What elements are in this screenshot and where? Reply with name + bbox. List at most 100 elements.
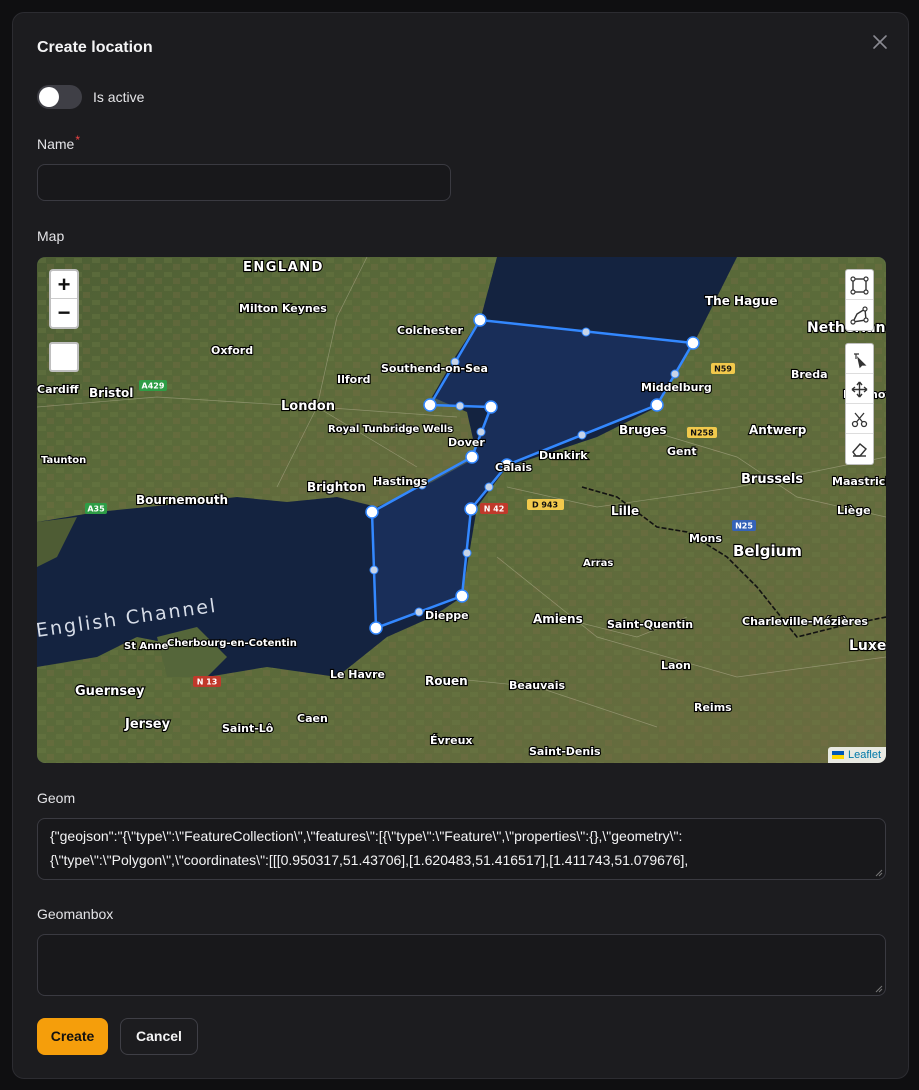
- polygon-midpoint[interactable]: [455, 401, 465, 411]
- map-attribution[interactable]: Leaflet: [827, 747, 886, 763]
- polygon-midpoint[interactable]: [476, 427, 486, 437]
- polygon-vertex[interactable]: [650, 398, 664, 412]
- polygon-vertex[interactable]: [686, 336, 700, 350]
- ukraine-flag-icon: [831, 751, 844, 760]
- edit-tools: [845, 343, 874, 465]
- resize-handle-icon[interactable]: [875, 985, 883, 993]
- place-label: Dover: [448, 436, 485, 449]
- place-label: Cardiff: [37, 383, 79, 396]
- place-label: Milton Keynes: [239, 302, 327, 315]
- close-icon[interactable]: [870, 32, 890, 52]
- place-label: Brighton: [307, 480, 366, 494]
- place-label: Luxembourg: [849, 638, 886, 654]
- place-label: Liège: [837, 504, 871, 517]
- place-label: Ilford: [337, 373, 371, 386]
- polygon-vertex[interactable]: [465, 450, 479, 464]
- polygon-vertex[interactable]: [369, 621, 383, 635]
- place-label: Belgium: [733, 542, 802, 560]
- polygon-midpoint[interactable]: [484, 482, 494, 492]
- polygon-icon: [850, 306, 869, 325]
- polygon-vertex[interactable]: [455, 589, 469, 603]
- place-label: Reims: [694, 701, 732, 714]
- road-shield-label: N59: [714, 365, 732, 374]
- road-shield-label: A429: [142, 382, 165, 391]
- geoman-toolbar: [845, 269, 874, 477]
- place-label: Antwerp: [749, 423, 807, 437]
- place-label: Guernsey: [75, 684, 145, 699]
- create-location-modal: Create location Is active Name* Map A429…: [12, 12, 909, 1079]
- rectangle-icon: [850, 276, 869, 295]
- place-label: Bruges: [619, 423, 666, 437]
- edit-icon: [854, 353, 867, 369]
- move-icon: [851, 381, 868, 398]
- eraser-icon: [852, 443, 867, 457]
- is-active-label: Is active: [93, 89, 145, 105]
- polygon-vertex[interactable]: [464, 502, 478, 516]
- place-label: Caen: [297, 712, 328, 725]
- geomanbox-textarea[interactable]: [37, 934, 886, 996]
- polygon-midpoint[interactable]: [462, 548, 472, 558]
- place-label: Évreux: [430, 734, 473, 747]
- place-label: Calais: [495, 461, 532, 474]
- polygon-vertex[interactable]: [473, 313, 487, 327]
- draw-tools: [845, 269, 874, 331]
- edit-layers-button[interactable]: [846, 344, 873, 374]
- road-shield-label: N25: [735, 522, 753, 531]
- zoom-out-button[interactable]: −: [51, 299, 77, 327]
- polygon-midpoint[interactable]: [581, 327, 591, 337]
- polygon-vertex[interactable]: [365, 505, 379, 519]
- road-shield-label: N 42: [484, 505, 505, 514]
- name-label: Name*: [37, 133, 81, 152]
- place-label: Saint-Lô: [222, 722, 274, 735]
- resize-handle-icon[interactable]: [875, 869, 883, 877]
- create-button[interactable]: Create: [37, 1018, 108, 1055]
- polygon-vertex[interactable]: [484, 400, 498, 414]
- toggle-knob: [39, 87, 59, 107]
- place-label: Gent: [667, 445, 697, 458]
- name-input[interactable]: [37, 164, 451, 201]
- place-label: Colchester: [397, 324, 463, 337]
- place-label: Brussels: [741, 472, 803, 487]
- leaflet-link[interactable]: Leaflet: [848, 749, 881, 761]
- draw-polygon-button[interactable]: [846, 300, 873, 330]
- place-label: Dieppe: [425, 609, 469, 622]
- remove-layers-button[interactable]: [846, 434, 873, 464]
- place-label: Rouen: [425, 674, 468, 688]
- map-container[interactable]: A429 A35 N 13 N 42 D 943 N258 N59 N25 EN…: [37, 257, 886, 763]
- draw-rectangle-button[interactable]: [846, 270, 873, 300]
- polygon-midpoint[interactable]: [670, 369, 680, 379]
- road-shield-label: D 943: [532, 501, 558, 510]
- scissors-icon: [851, 412, 868, 428]
- polygon-midpoint[interactable]: [414, 607, 424, 617]
- required-mark: *: [75, 133, 81, 147]
- geomanbox-label: Geomanbox: [37, 906, 114, 922]
- zoom-control: + −: [49, 269, 79, 329]
- place-label: Royal Tunbridge Wells: [328, 424, 453, 435]
- place-label: Jersey: [124, 717, 171, 732]
- place-label: Mons: [689, 532, 722, 545]
- drag-layers-button[interactable]: [846, 374, 873, 404]
- polygon-vertex[interactable]: [423, 398, 437, 412]
- geom-textarea-value: {"geojson":"{\"type\":\"FeatureCollectio…: [50, 828, 689, 868]
- place-label: Dunkirk: [539, 449, 588, 462]
- place-label: ENGLAND: [243, 260, 324, 275]
- place-label: Charleville-Mézières: [742, 615, 868, 628]
- place-label: Cherbourg-en-Cotentin: [167, 638, 297, 649]
- place-label: Bristol: [89, 386, 133, 400]
- place-label: Breda: [791, 368, 828, 381]
- map-label: Map: [37, 228, 65, 244]
- road-shield-label: A35: [87, 505, 105, 514]
- place-label: St Anne: [124, 641, 168, 652]
- modal-title: Create location: [37, 39, 153, 56]
- zoom-in-button[interactable]: +: [51, 271, 77, 299]
- is-active-toggle[interactable]: [37, 85, 82, 109]
- polygon-midpoint[interactable]: [577, 430, 587, 440]
- cancel-button[interactable]: Cancel: [120, 1018, 198, 1055]
- geom-textarea[interactable]: {"geojson":"{\"type\":\"FeatureCollectio…: [37, 818, 886, 880]
- polygon-midpoint[interactable]: [369, 565, 379, 575]
- place-label: The Hague: [705, 294, 777, 308]
- cut-layers-button[interactable]: [846, 404, 873, 434]
- layer-control-button[interactable]: [49, 342, 79, 372]
- place-label: Le Havre: [330, 668, 385, 681]
- map-tiles[interactable]: A429 A35 N 13 N 42 D 943 N258 N59 N25 EN…: [37, 257, 886, 763]
